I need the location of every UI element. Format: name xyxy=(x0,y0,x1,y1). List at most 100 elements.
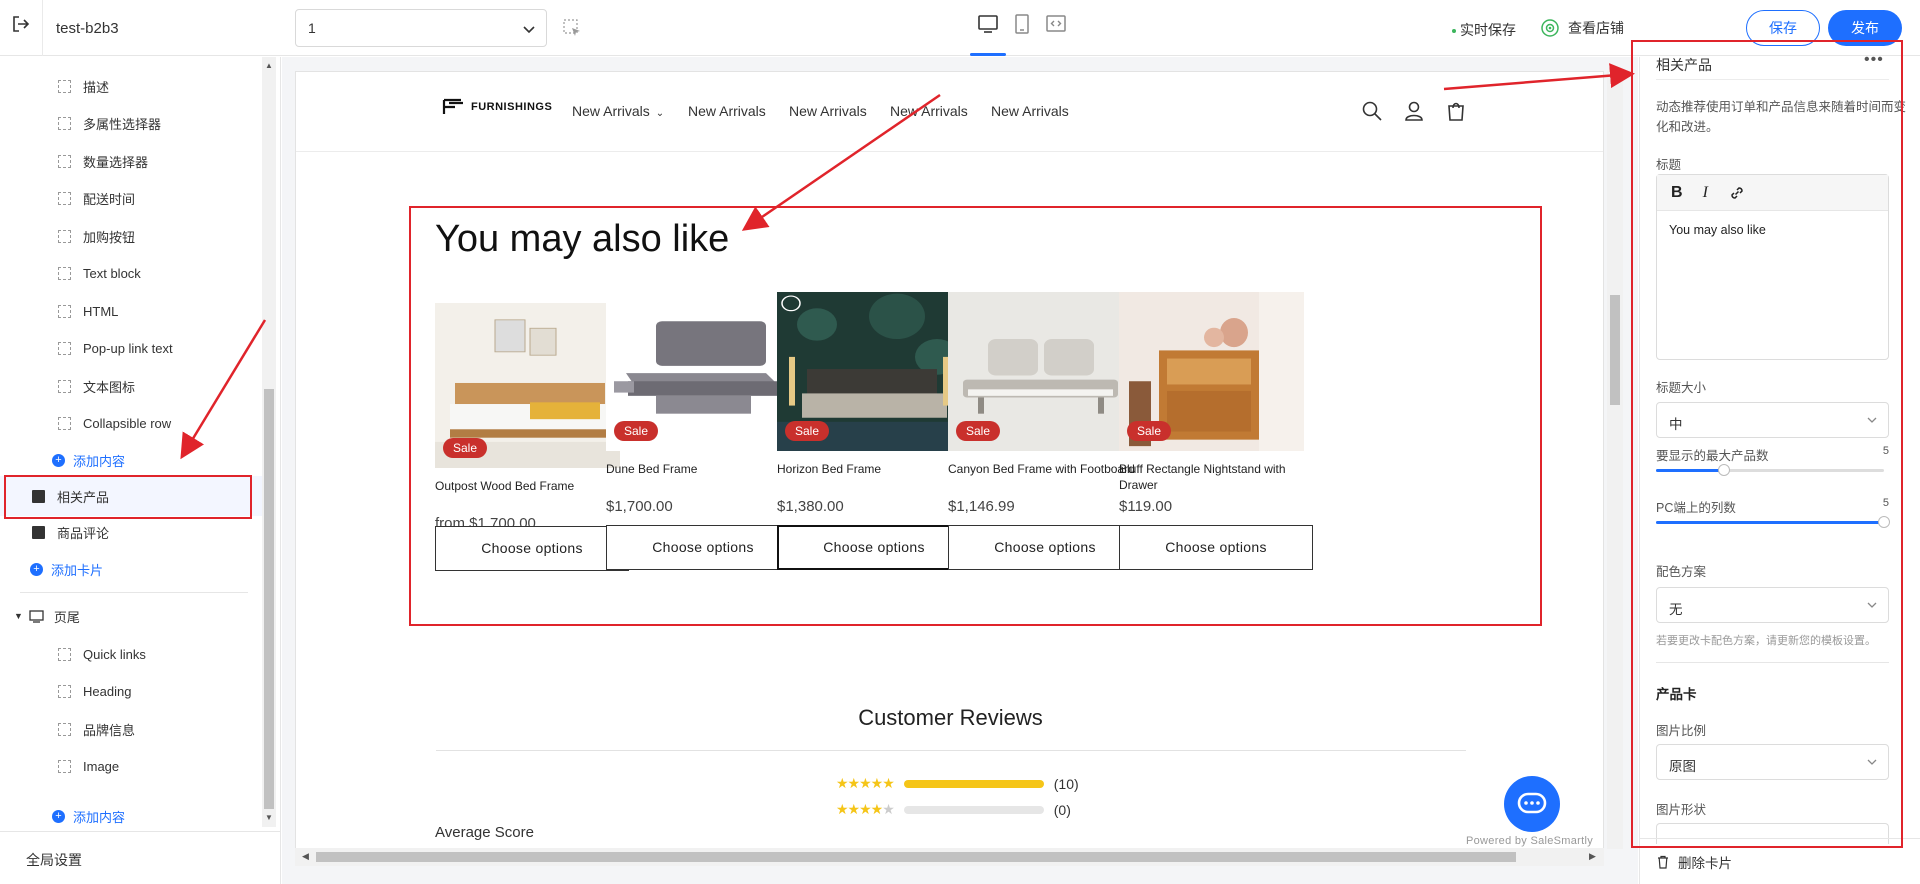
product-card[interactable]: Sale Outpost Wood Bed Frame from $1,700.00… xyxy=(435,303,629,571)
product-name[interactable]: Dune Bed Frame xyxy=(606,461,800,493)
color-scheme-hint: 若要更改卡配色方案，请更新您的模板设置。 xyxy=(1656,635,1876,647)
tablet-view-icon[interactable] xyxy=(1010,12,1034,36)
color-scheme-select[interactable]: 无 xyxy=(1656,587,1889,623)
block-icon xyxy=(58,304,71,318)
product-name[interactable]: Outpost Wood Bed Frame xyxy=(435,478,629,510)
sidebar-item-related-products[interactable]: 相关产品 xyxy=(0,476,262,516)
product-image[interactable]: Sale xyxy=(948,292,1133,451)
footer-block-item[interactable]: Heading xyxy=(0,677,262,707)
sidebar-block-item[interactable]: Pop-up link text xyxy=(0,334,262,364)
product-image[interactable]: Sale xyxy=(1119,292,1304,451)
more-options-icon[interactable]: ••• xyxy=(1864,51,1884,69)
cart-icon[interactable] xyxy=(1445,100,1467,122)
product-card[interactable]: Sale Dune Bed Frame $1,700.00 Choose option… xyxy=(606,292,800,570)
product-name[interactable]: Bluff Rectangle Nightstand with Drawer xyxy=(1119,461,1313,493)
save-button[interactable]: 保存 xyxy=(1746,10,1820,46)
publish-button[interactable]: 发布 xyxy=(1828,10,1902,46)
sidebar-block-item[interactable]: 加购按钮 xyxy=(0,221,262,251)
view-store-label: 查看店铺 xyxy=(1568,20,1624,36)
add-card-button[interactable]: + 添加卡片 xyxy=(0,554,262,584)
panel-title: 相关产品 xyxy=(1656,57,1712,73)
sidebar-group-footer[interactable]: ▼ 页尾 xyxy=(0,601,262,631)
rating-bar xyxy=(903,779,1044,788)
element-select-icon[interactable] xyxy=(562,18,582,38)
image-ratio-value: 原图 xyxy=(1669,759,1696,774)
product-price: $119.00 xyxy=(1119,498,1173,515)
scroll-left-icon[interactable]: ◀ xyxy=(302,851,309,862)
add-content-button[interactable]: + 添加内容 xyxy=(0,445,262,475)
slider-handle[interactable] xyxy=(1878,516,1890,528)
product-card[interactable]: Sale Horizon Bed Frame $1,380.00 Choose opt… xyxy=(777,292,971,570)
product-name[interactable]: Canyon Bed Frame with Footboard xyxy=(948,461,1142,493)
choose-options-button[interactable]: Choose options xyxy=(606,525,800,570)
choose-options-button[interactable]: Choose options xyxy=(435,526,629,571)
product-image[interactable]: Sale xyxy=(777,292,962,451)
choose-options-button[interactable]: Choose options xyxy=(777,525,971,570)
scroll-up-icon[interactable]: ▲ xyxy=(265,61,273,70)
footer-block-item[interactable]: Image xyxy=(0,752,262,782)
nav-item[interactable]: New Arrivals xyxy=(991,103,1069,119)
sidebar-block-item[interactable]: 数量选择器 xyxy=(0,146,262,176)
choose-options-button[interactable]: Choose options xyxy=(948,525,1142,570)
top-bar: test-b2b3 1 实时保存 查看店铺 保存 发布 xyxy=(0,0,1920,56)
sidebar-block-item[interactable]: 描述 xyxy=(0,71,262,101)
footer-block-item[interactable]: 品牌信息 xyxy=(0,714,262,744)
account-icon[interactable] xyxy=(1403,100,1425,122)
code-view-icon[interactable] xyxy=(1044,12,1068,36)
sidebar-block-item[interactable]: 多属性选择器 xyxy=(0,109,262,139)
view-store-link[interactable]: 查看店铺 xyxy=(1540,18,1624,38)
nav-item[interactable]: New Arrivals xyxy=(789,103,867,119)
product-image[interactable]: Sale xyxy=(435,303,620,468)
desktop-view-icon[interactable] xyxy=(976,12,1000,36)
footer-block-item[interactable]: Quick links xyxy=(0,639,262,669)
sidebar-item-label: 数量选择器 xyxy=(83,154,149,170)
nav-item[interactable]: New Arrivals xyxy=(688,103,766,119)
search-icon[interactable] xyxy=(1361,100,1383,122)
pc-columns-slider[interactable]: PC端上的列数 5 xyxy=(1656,497,1890,528)
chat-widget-button[interactable] xyxy=(1504,776,1560,832)
max-products-slider[interactable]: 要显示的最大产品数 5 xyxy=(1656,445,1889,476)
store-logo[interactable]: FURNISHINGS xyxy=(441,96,552,118)
scroll-down-icon[interactable]: ▼ xyxy=(265,813,273,822)
scroll-right-icon[interactable]: ▶ xyxy=(1589,851,1596,862)
sidebar-item-label: 品牌信息 xyxy=(83,722,136,738)
sidebar-block-item[interactable]: Collapsible row xyxy=(0,409,262,439)
heading-rich-text-editor[interactable]: B I You may also like xyxy=(1656,174,1889,360)
link-icon[interactable] xyxy=(1728,184,1746,202)
image-ratio-select[interactable]: 原图 xyxy=(1656,744,1889,780)
sidebar-item-product-reviews[interactable]: 商品评论 xyxy=(0,517,262,547)
slider-fill xyxy=(1656,469,1725,472)
sidebar-block-item[interactable]: HTML xyxy=(0,296,262,326)
delete-card-button[interactable]: 删除卡片 xyxy=(1640,838,1920,884)
choose-options-button[interactable]: Choose options xyxy=(1119,525,1313,570)
canvas-horizontal-scrollbar-thumb[interactable] xyxy=(316,852,1516,862)
bold-icon[interactable]: B xyxy=(1671,184,1683,202)
nav-item[interactable]: New Arrivals ⌄ xyxy=(572,103,664,119)
italic-icon[interactable]: I xyxy=(1703,184,1708,202)
sidebar-block-item[interactable]: Text block xyxy=(0,259,262,289)
heading-size-select[interactable]: 中 xyxy=(1656,402,1889,438)
sidebar-block-item[interactable]: 文本图标 xyxy=(0,371,262,401)
canvas-vertical-scrollbar[interactable] xyxy=(1607,71,1623,849)
sidebar-item-label: 配送时间 xyxy=(83,192,136,207)
product-name[interactable]: Horizon Bed Frame xyxy=(777,461,971,493)
page-select[interactable]: 1 xyxy=(295,9,547,47)
divider xyxy=(436,750,1466,751)
heading-text-value[interactable]: You may also like xyxy=(1657,211,1888,249)
exit-icon[interactable] xyxy=(10,13,32,35)
footer-add-content-button[interactable]: + 添加内容 xyxy=(0,801,262,831)
store-header: FURNISHINGS New Arrivals ⌄ New Arrivals New… xyxy=(296,72,1603,152)
canvas-vertical-scrollbar-thumb[interactable] xyxy=(1610,295,1620,405)
sidebar-scrollbar-thumb[interactable] xyxy=(264,389,274,809)
sidebar-block-item[interactable]: 配送时间 xyxy=(0,184,262,214)
slider-track[interactable] xyxy=(1656,464,1884,476)
slider-track[interactable] xyxy=(1656,516,1890,528)
product-card[interactable]: Sale Bluff Rectangle Nightstand with Draw… xyxy=(1119,292,1313,570)
product-card[interactable]: Sale Canyon Bed Frame with Footboard $1,14… xyxy=(948,292,1142,570)
max-products-label: 要显示的最大产品数 xyxy=(1656,449,1769,463)
product-image[interactable]: Sale xyxy=(606,292,791,451)
global-settings-button[interactable]: 全局设置 xyxy=(0,831,281,884)
star-rating-icon: ★★★★★ xyxy=(836,801,895,817)
nav-item[interactable]: New Arrivals xyxy=(890,103,968,119)
slider-handle[interactable] xyxy=(1718,464,1731,476)
